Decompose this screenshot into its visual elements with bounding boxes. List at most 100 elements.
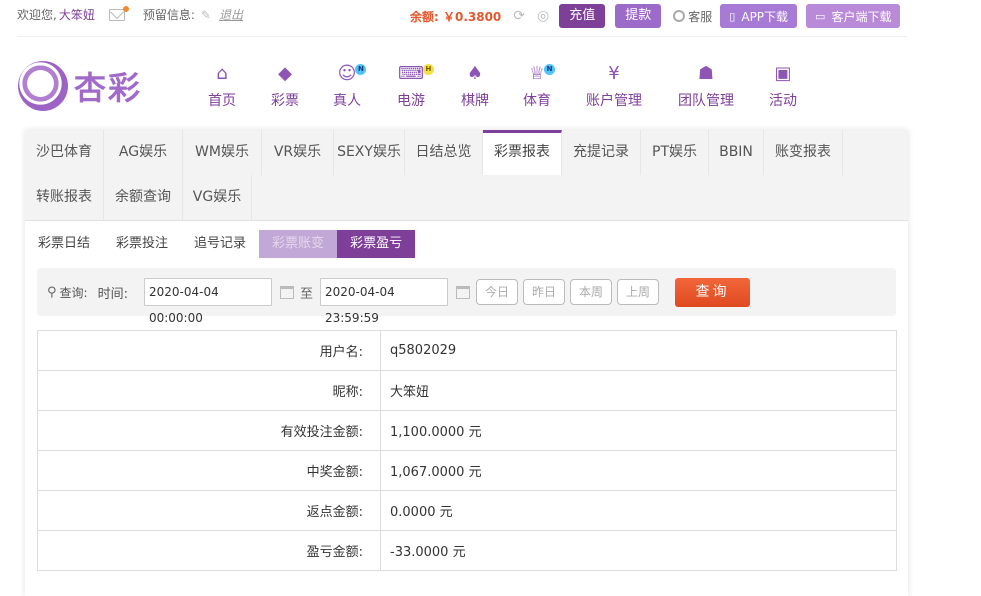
query-bar: ⚲ 查询: 时间: 2020-04-04 00:00:00 至 2020-04-… (37, 268, 896, 325)
query-submit-button[interactable]: 查询 (675, 277, 751, 307)
table-row: 中奖金额: 1,067.0000 元 (37, 450, 897, 491)
table-row: 用户名: q5802029 (37, 330, 897, 371)
tab-pt[interactable]: PT娱乐 (641, 130, 709, 175)
nav-label: 棋牌 (461, 93, 489, 109)
hot-badge: H (422, 64, 434, 75)
profit-loss-table: 用户名: q5802029 昵称: 大笨妞 有效投注金额: 1,100.0000… (37, 330, 897, 571)
table-row: 盈亏金额: -33.0000 元 (37, 530, 897, 571)
lottery-subtabs: 彩票日结 彩票投注 追号记录 彩票账变 彩票盈亏 (25, 230, 416, 258)
nav-label: 真人 (333, 93, 361, 109)
tab-bbin[interactable]: BBIN (709, 130, 764, 175)
today-button[interactable]: 今日 (475, 279, 518, 305)
tab-deposit-withdraw[interactable]: 充提记录 (562, 130, 641, 175)
tab-lottery-report[interactable]: 彩票报表 (483, 130, 562, 175)
main-nav: ⌂ 首页 ◆ 彩票 ☺ N 真人 ⌨ H 电游 ♠ 棋牌 ♕ N 体育 ¥ 账户管理 … (190, 62, 814, 110)
edit-icon[interactable]: ✎ (201, 8, 211, 22)
start-time-input[interactable]: 2020-04-04 00:00:00 (143, 278, 272, 325)
subtab-chase-records[interactable]: 追号记录 (181, 230, 259, 258)
cards-icon: ♠ (466, 63, 484, 84)
phone-icon: ▯ (729, 9, 736, 23)
headset-icon (673, 10, 686, 22)
subtab-lottery-balance-change[interactable]: 彩票账变 (259, 230, 338, 258)
table-row: 返点金额: 0.0000 元 (37, 490, 897, 531)
recharge-button[interactable]: 充值 (559, 4, 606, 28)
row-key: 昵称: (37, 370, 381, 411)
tab-daily-overview[interactable]: 日结总览 (405, 130, 483, 175)
monitor-icon: ▭ (815, 9, 826, 23)
tab-balance-query[interactable]: 余额查询 (104, 175, 183, 220)
welcome-text: 欢迎您, (17, 8, 57, 22)
nav-live[interactable]: ☺ N 真人 (316, 62, 378, 110)
query-label: 查询: (59, 285, 88, 300)
app-download-button[interactable]: ▯ APP下载 (720, 4, 798, 28)
row-value: 1,100.0000 元 (380, 410, 897, 451)
nav-egame[interactable]: ⌨ H 电游 (378, 62, 444, 110)
tab-vr[interactable]: VR娱乐 (262, 130, 334, 175)
subtab-lottery-profit-loss[interactable]: 彩票盈亏 (337, 230, 416, 258)
row-value: 0.0000 元 (380, 490, 897, 531)
unread-dot (122, 5, 129, 12)
username[interactable]: 大笨妞 (59, 6, 95, 23)
tab-sexy[interactable]: SEXY娱乐 (334, 130, 405, 175)
hide-balance-icon[interactable]: ◎ (537, 8, 549, 24)
nav-label: 账户管理 (586, 93, 642, 109)
row-value: -33.0000 元 (380, 530, 897, 571)
row-key: 有效投注金额: (37, 410, 381, 451)
mail-icon[interactable] (108, 5, 129, 21)
row-value: 1,067.0000 元 (380, 450, 897, 491)
last-week-button[interactable]: 上周 (617, 279, 660, 305)
end-time-input[interactable]: 2020-04-04 23:59:59 (319, 278, 448, 325)
logout-link[interactable]: 退出 (219, 6, 243, 23)
customer-service-label: 客服 (688, 9, 713, 24)
tab-wm[interactable]: WM娱乐 (183, 130, 262, 175)
gift-icon: ▣ (774, 63, 792, 84)
top-bar-right: 余额: ￥0.3800 ⟳ ◎ 充值 提款 客服 ▯ APP下载 ▭ 客户端下载 (410, 4, 901, 28)
top-divider (17, 36, 907, 37)
logo-mark-icon (18, 60, 68, 111)
app-download-label: APP下载 (741, 9, 789, 24)
tab-vg[interactable]: VG娱乐 (183, 175, 252, 220)
logo[interactable]: 杏彩 (18, 58, 158, 113)
pc-download-label: 客户端下载 (831, 9, 892, 24)
tab-balance-change[interactable]: 账变报表 (764, 130, 843, 175)
home-icon: ⌂ (216, 63, 228, 84)
report-tabs: 沙巴体育 AG娱乐 WM娱乐 VR娱乐 SEXY娱乐 日结总览 彩票报表 充提记… (25, 130, 908, 221)
yesterday-button[interactable]: 昨日 (523, 279, 566, 305)
calendar-icon[interactable] (455, 285, 470, 299)
subtab-lottery-bets[interactable]: 彩票投注 (103, 230, 181, 258)
tab-saba-sports[interactable]: 沙巴体育 (25, 130, 104, 175)
withdraw-button[interactable]: 提款 (615, 4, 662, 28)
tab-transfer-report[interactable]: 转账报表 (25, 175, 104, 220)
this-week-button[interactable]: 本周 (570, 279, 613, 305)
top-bar: 欢迎您, 大笨妞 预留信息: ✎ 退出 余额: ￥0.3800 ⟳ ◎ 充值 提… (0, 0, 981, 30)
customer-service-link[interactable]: 客服 (673, 8, 712, 25)
nav-label: 活动 (769, 93, 797, 109)
nav-account[interactable]: ¥ 账户管理 (568, 62, 660, 110)
lottery-icon: ◆ (278, 63, 292, 84)
report-panel: 沙巴体育 AG娱乐 WM娱乐 VR娱乐 SEXY娱乐 日结总览 彩票报表 充提记… (25, 130, 908, 596)
tab-ag[interactable]: AG娱乐 (104, 130, 183, 175)
nav-promotions[interactable]: ▣ 活动 (752, 62, 814, 110)
nav-cards[interactable]: ♠ 棋牌 (444, 62, 506, 110)
nav-label: 首页 (208, 93, 236, 109)
nav-team[interactable]: ☗ 团队管理 (660, 62, 752, 110)
search-icon: ⚲ (47, 284, 57, 300)
refresh-icon[interactable]: ⟳ (513, 8, 525, 24)
row-key: 盈亏金额: (37, 530, 381, 571)
nav-home[interactable]: ⌂ 首页 (190, 62, 254, 110)
nav-label: 彩票 (271, 93, 299, 109)
reserve-info-label: 预留信息: (142, 8, 195, 22)
time-label: 时间: (97, 286, 128, 302)
nav-label: 体育 (523, 93, 551, 109)
row-key: 用户名: (37, 330, 381, 371)
nav-lottery[interactable]: ◆ 彩票 (254, 62, 316, 110)
pc-download-button[interactable]: ▭ 客户端下载 (806, 4, 901, 28)
nav-label: 电游 (397, 93, 425, 109)
to-label: 至 (299, 286, 313, 302)
row-value: q5802029 (380, 330, 897, 371)
subtab-lottery-daily[interactable]: 彩票日结 (25, 230, 103, 258)
calendar-icon[interactable] (279, 285, 294, 299)
balance-text: 余额: ￥0.3800 (410, 9, 502, 24)
account-icon: ¥ (608, 63, 620, 84)
nav-sports[interactable]: ♕ N 体育 (506, 62, 568, 110)
